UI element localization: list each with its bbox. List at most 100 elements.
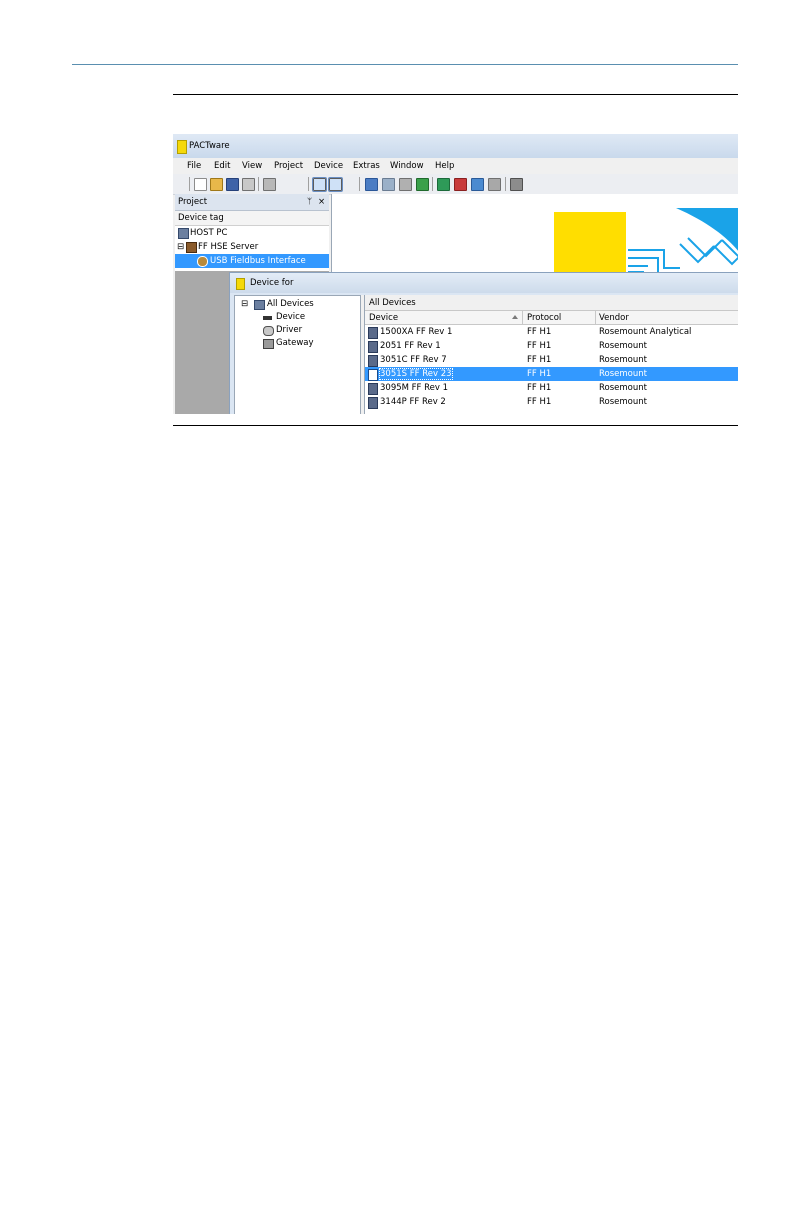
page-header-rule — [72, 64, 738, 65]
open-icon[interactable] — [210, 178, 223, 191]
device-dtm-icon — [368, 341, 378, 353]
figure-top-rule — [173, 94, 738, 95]
offline-icon[interactable] — [471, 178, 484, 191]
device-catalog-dialog: Device for ⊟ All Devices Device Driver G… — [229, 272, 738, 414]
driver-icon — [263, 326, 274, 336]
device-tag-label: Device tag — [178, 213, 224, 223]
tree-item-label: Gateway — [276, 338, 314, 348]
tree-item-label: All Devices — [267, 299, 314, 309]
toolbar-separator — [189, 177, 190, 191]
project-tree-item-host-pc[interactable]: HOST PC — [175, 226, 329, 240]
server-icon — [186, 242, 197, 253]
pin-icon[interactable]: ᛘ — [307, 197, 312, 207]
gateway-icon — [263, 339, 274, 349]
project-tree-label: USB Fieldbus Interface — [210, 256, 306, 266]
collapse-icon[interactable]: ⊟ — [177, 242, 184, 252]
collapse-icon[interactable]: ⊟ — [241, 299, 248, 309]
project-panel-header: Project ᛘ × — [175, 194, 329, 211]
toolbar-separator — [359, 177, 360, 191]
device-cell: 3051C FF Rev 7 — [380, 355, 447, 365]
disconnect-icon[interactable] — [382, 178, 395, 191]
vendor-cell: Rosemount — [599, 397, 647, 407]
menu-file[interactable]: File — [187, 161, 201, 171]
device-catalog-icon[interactable] — [328, 177, 343, 192]
tree-item-gateway[interactable]: Gateway — [263, 337, 359, 350]
device-dtm-icon — [368, 355, 378, 367]
online-icon[interactable] — [454, 178, 467, 191]
vendor-cell: Rosemount Analytical — [599, 327, 692, 337]
new-icon[interactable] — [194, 178, 207, 191]
dialog-titlebar: Device for — [230, 273, 738, 293]
vendor-cell: Rosemount — [599, 383, 647, 393]
device-dtm-icon — [368, 383, 378, 395]
table-row[interactable]: 2051 FF Rev 1 FF H1 Rosemount — [365, 339, 738, 353]
column-header-device[interactable]: Device — [369, 313, 398, 323]
project-tree: Device tag HOST PC ⊟ FF HSE Server USB F… — [175, 211, 329, 271]
column-header-vendor[interactable]: Vendor — [599, 313, 629, 323]
protocol-cell: FF H1 — [527, 397, 552, 407]
tree-item-driver[interactable]: Driver — [263, 324, 359, 337]
column-divider[interactable] — [595, 311, 596, 324]
menu-view[interactable]: View — [242, 161, 262, 171]
pactware-app-icon — [177, 140, 187, 154]
connect-icon[interactable] — [365, 178, 378, 191]
menu-window[interactable]: Window — [390, 161, 424, 171]
dialog-body: ⊟ All Devices Device Driver Gateway All … — [234, 295, 738, 414]
usb-interface-icon — [197, 256, 208, 267]
protocol-cell: FF H1 — [527, 369, 552, 379]
window-title: PACTware — [189, 141, 230, 151]
pactware-screenshot: PACTware File Edit View Project Device E… — [173, 134, 738, 414]
device-dtm-icon — [368, 327, 378, 339]
tree-item-label: Driver — [276, 325, 303, 335]
device-tag-column-header[interactable]: Device tag — [175, 211, 329, 226]
print-preview-icon[interactable] — [263, 178, 276, 191]
device-list-header: All Devices — [365, 295, 738, 311]
toolbar-separator — [432, 177, 433, 191]
vendor-cell: Rosemount — [599, 341, 647, 351]
menu-device[interactable]: Device — [314, 161, 343, 171]
tree-item-device[interactable]: Device — [263, 311, 359, 324]
toolbar-separator — [505, 177, 506, 191]
table-row[interactable]: 1500XA FF Rev 1 FF H1 Rosemount Analytic… — [365, 325, 738, 339]
close-icon[interactable]: × — [318, 197, 325, 207]
print-icon[interactable] — [242, 178, 255, 191]
project-tree-label: HOST PC — [190, 228, 228, 238]
vendor-cell: Rosemount — [599, 369, 647, 379]
dialog-title: Device for — [250, 278, 294, 288]
toolbar-separator — [258, 177, 259, 191]
table-row[interactable]: 3095M FF Rev 1 FF H1 Rosemount — [365, 381, 738, 395]
project-tree-item-usb-fieldbus-interface[interactable]: USB Fieldbus Interface — [175, 254, 329, 268]
settings-icon[interactable] — [510, 178, 523, 191]
table-row-selected[interactable]: 3051S FF Rev 23 FF H1 Rosemount — [365, 367, 738, 381]
device-cell: 1500XA FF Rev 1 — [380, 327, 453, 337]
download-icon[interactable] — [416, 178, 429, 191]
menu-bar: File Edit View Project Device Extras Win… — [173, 158, 738, 174]
device-cell: 3051S FF Rev 23 — [379, 368, 453, 380]
column-divider[interactable] — [522, 311, 523, 324]
parameter-icon[interactable] — [437, 178, 450, 191]
tree-item-label: Device — [276, 312, 306, 322]
menu-help[interactable]: Help — [435, 161, 454, 171]
table-row[interactable]: 3051C FF Rev 7 FF H1 Rosemount — [365, 353, 738, 367]
menu-extras[interactable]: Extras — [353, 161, 380, 171]
column-header-protocol[interactable]: Protocol — [527, 313, 561, 323]
upload-icon[interactable] — [399, 178, 412, 191]
menu-project[interactable]: Project — [274, 161, 303, 171]
tree-item-all-devices[interactable]: ⊟ All Devices — [241, 298, 359, 311]
window-titlebar: PACTware — [173, 134, 738, 158]
project-tree-item-ff-hse-server[interactable]: ⊟ FF HSE Server — [175, 240, 329, 254]
figure-bottom-rule — [173, 425, 738, 426]
project-panel-title: Project — [178, 197, 208, 207]
protocol-cell: FF H1 — [527, 341, 552, 351]
protocol-cell: FF H1 — [527, 327, 552, 337]
save-icon[interactable] — [226, 178, 239, 191]
table-row[interactable]: 3144P FF Rev 2 FF H1 Rosemount — [365, 395, 738, 409]
menu-edit[interactable]: Edit — [214, 161, 230, 171]
toolbar — [173, 174, 738, 195]
project-view-icon[interactable] — [312, 177, 327, 192]
device-table-header: Device Protocol Vendor — [365, 311, 738, 325]
device-dtm-icon — [368, 369, 378, 381]
gear-icon[interactable] — [488, 178, 501, 191]
computer-icon — [178, 228, 189, 239]
device-category-tree: ⊟ All Devices Device Driver Gateway — [234, 295, 361, 414]
